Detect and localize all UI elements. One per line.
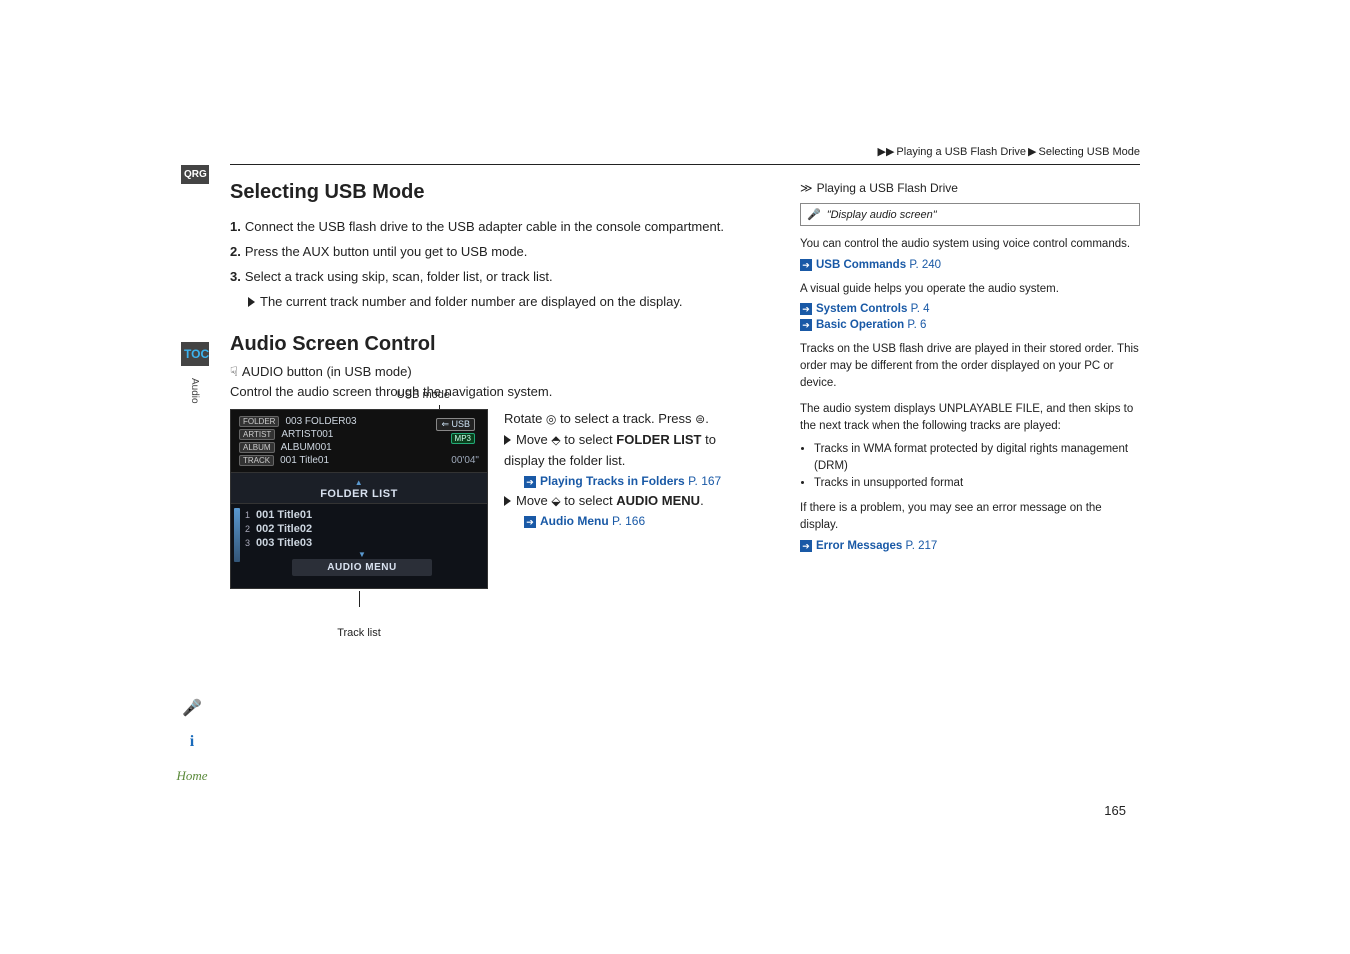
usb-mode-label: USB mode <box>397 389 450 401</box>
mic-icon: 🎤 <box>807 208 821 221</box>
artist-val: ARTIST001 <box>281 429 333 440</box>
press-icon: ⊜ <box>695 412 705 426</box>
double-chevron-icon: ≫ <box>800 181 813 195</box>
track-list-label: Track list <box>230 627 488 639</box>
album-tag: ALBUM <box>239 442 275 453</box>
usb-badge: ⇐ USB <box>436 418 475 431</box>
link-basic-operation[interactable]: ➔Basic Operation P. 6 <box>800 319 1140 331</box>
home-icon[interactable]: Home <box>178 762 206 790</box>
link-arrow-icon: ➔ <box>800 319 812 331</box>
side-paragraph: The audio system displays UNPLAYABLE FIL… <box>800 401 1140 434</box>
step-2: 2.Press the AUX button until you get to … <box>230 243 760 262</box>
sidebar-title: ≫Playing a USB Flash Drive <box>800 181 1140 195</box>
mp3-badge: MP3 <box>451 433 475 444</box>
album-val: ALBUM001 <box>281 442 332 453</box>
list-item: 1001 Title01 <box>245 508 479 522</box>
side-paragraph: If there is a problem, you may see an er… <box>800 500 1140 533</box>
page-number: 165 <box>1104 803 1126 818</box>
action-rotate: Rotate ◎ to select a track. Press ⊜. <box>504 409 760 430</box>
link-usb-commands[interactable]: ➔USB Commands P. 240 <box>800 259 1140 271</box>
artist-tag: ARTIST <box>239 429 275 440</box>
folder-tag: FOLDER <box>239 416 279 427</box>
link-arrow-icon: ➔ <box>800 259 812 271</box>
track-tag: TRACK <box>239 455 274 466</box>
control-paragraph: Control the audio screen through the nav… <box>230 384 760 399</box>
toc-tab[interactable]: TOC <box>181 342 209 366</box>
list-item: 2002 Title02 <box>245 522 479 536</box>
side-bullet: Tracks in WMA format protected by digita… <box>814 441 1140 476</box>
voice-icon[interactable]: 🎤 <box>178 694 206 722</box>
info-icon[interactable]: i <box>178 728 206 756</box>
triangle-icon <box>248 297 255 307</box>
link-arrow-icon: ➔ <box>524 476 536 488</box>
step-1: 1.Connect the USB flash drive to the USB… <box>230 218 760 237</box>
side-paragraph: A visual guide helps you operate the aud… <box>800 281 1140 298</box>
link-system-controls[interactable]: ➔System Controls P. 4 <box>800 303 1140 315</box>
section-title-selecting: Selecting USB Mode <box>230 181 760 204</box>
folder-list-title: ▲FOLDER LIST <box>231 472 487 504</box>
scrollbar-indicator <box>234 508 240 562</box>
mode-line: ☟AUDIO button (in USB mode) <box>230 364 760 380</box>
folder-val: 003 FOLDER03 <box>285 416 356 427</box>
qrg-tab[interactable]: QRG <box>181 165 209 184</box>
link-audio-menu[interactable]: ➔Audio Menu P. 166 <box>524 512 760 531</box>
track-pointer-line <box>359 591 360 607</box>
step-substep: The current track number and folder numb… <box>248 293 760 312</box>
triangle-icon <box>504 435 511 445</box>
link-arrow-icon: ➔ <box>800 540 812 552</box>
link-arrow-icon: ➔ <box>524 516 536 528</box>
track-val: 001 Title01 <box>280 455 329 466</box>
step-3: 3.Select a track using skip, scan, folde… <box>230 268 760 287</box>
triangle-icon <box>504 496 511 506</box>
section-vert-label: Audio <box>189 378 200 404</box>
audio-menu-bar: AUDIO MENU <box>292 559 432 576</box>
move-down-icon: ⬙ <box>551 494 560 508</box>
voice-command-box: 🎤"Display audio screen" <box>800 203 1140 226</box>
list-item: 3003 Title03 <box>245 536 479 550</box>
action-move-folder: Move ⬘ to select FOLDER LIST to display … <box>504 430 760 472</box>
down-arrow-icon: ▼ <box>245 550 479 559</box>
rotate-dial-icon: ◎ <box>546 412 556 426</box>
link-playing-tracks[interactable]: ➔Playing Tracks in Folders P. 167 <box>524 472 760 491</box>
side-paragraph: You can control the audio system using v… <box>800 236 1140 253</box>
track-time: 00'04" <box>451 455 479 466</box>
breadcrumb-seg2: Selecting USB Mode <box>1039 146 1141 158</box>
link-arrow-icon: ➔ <box>800 303 812 315</box>
action-move-audio: Move ⬙ to select AUDIO MENU. <box>504 491 760 512</box>
side-bullet: Tracks in unsupported format <box>814 475 1140 492</box>
side-paragraph: Tracks on the USB flash drive are played… <box>800 341 1140 391</box>
hand-icon: ☟ <box>230 364 238 380</box>
link-error-messages[interactable]: ➔Error Messages P. 217 <box>800 540 1140 552</box>
section-title-audio: Audio Screen Control <box>230 333 760 356</box>
breadcrumb: ▶▶Playing a USB Flash Drive▶Selecting US… <box>230 145 1140 165</box>
move-up-icon: ⬘ <box>551 433 560 447</box>
device-screenshot: ⇐ USB MP3 FOLDER 003 FOLDER03 ARTIST ARTIS… <box>230 409 488 589</box>
breadcrumb-seg1: Playing a USB Flash Drive <box>896 146 1026 158</box>
